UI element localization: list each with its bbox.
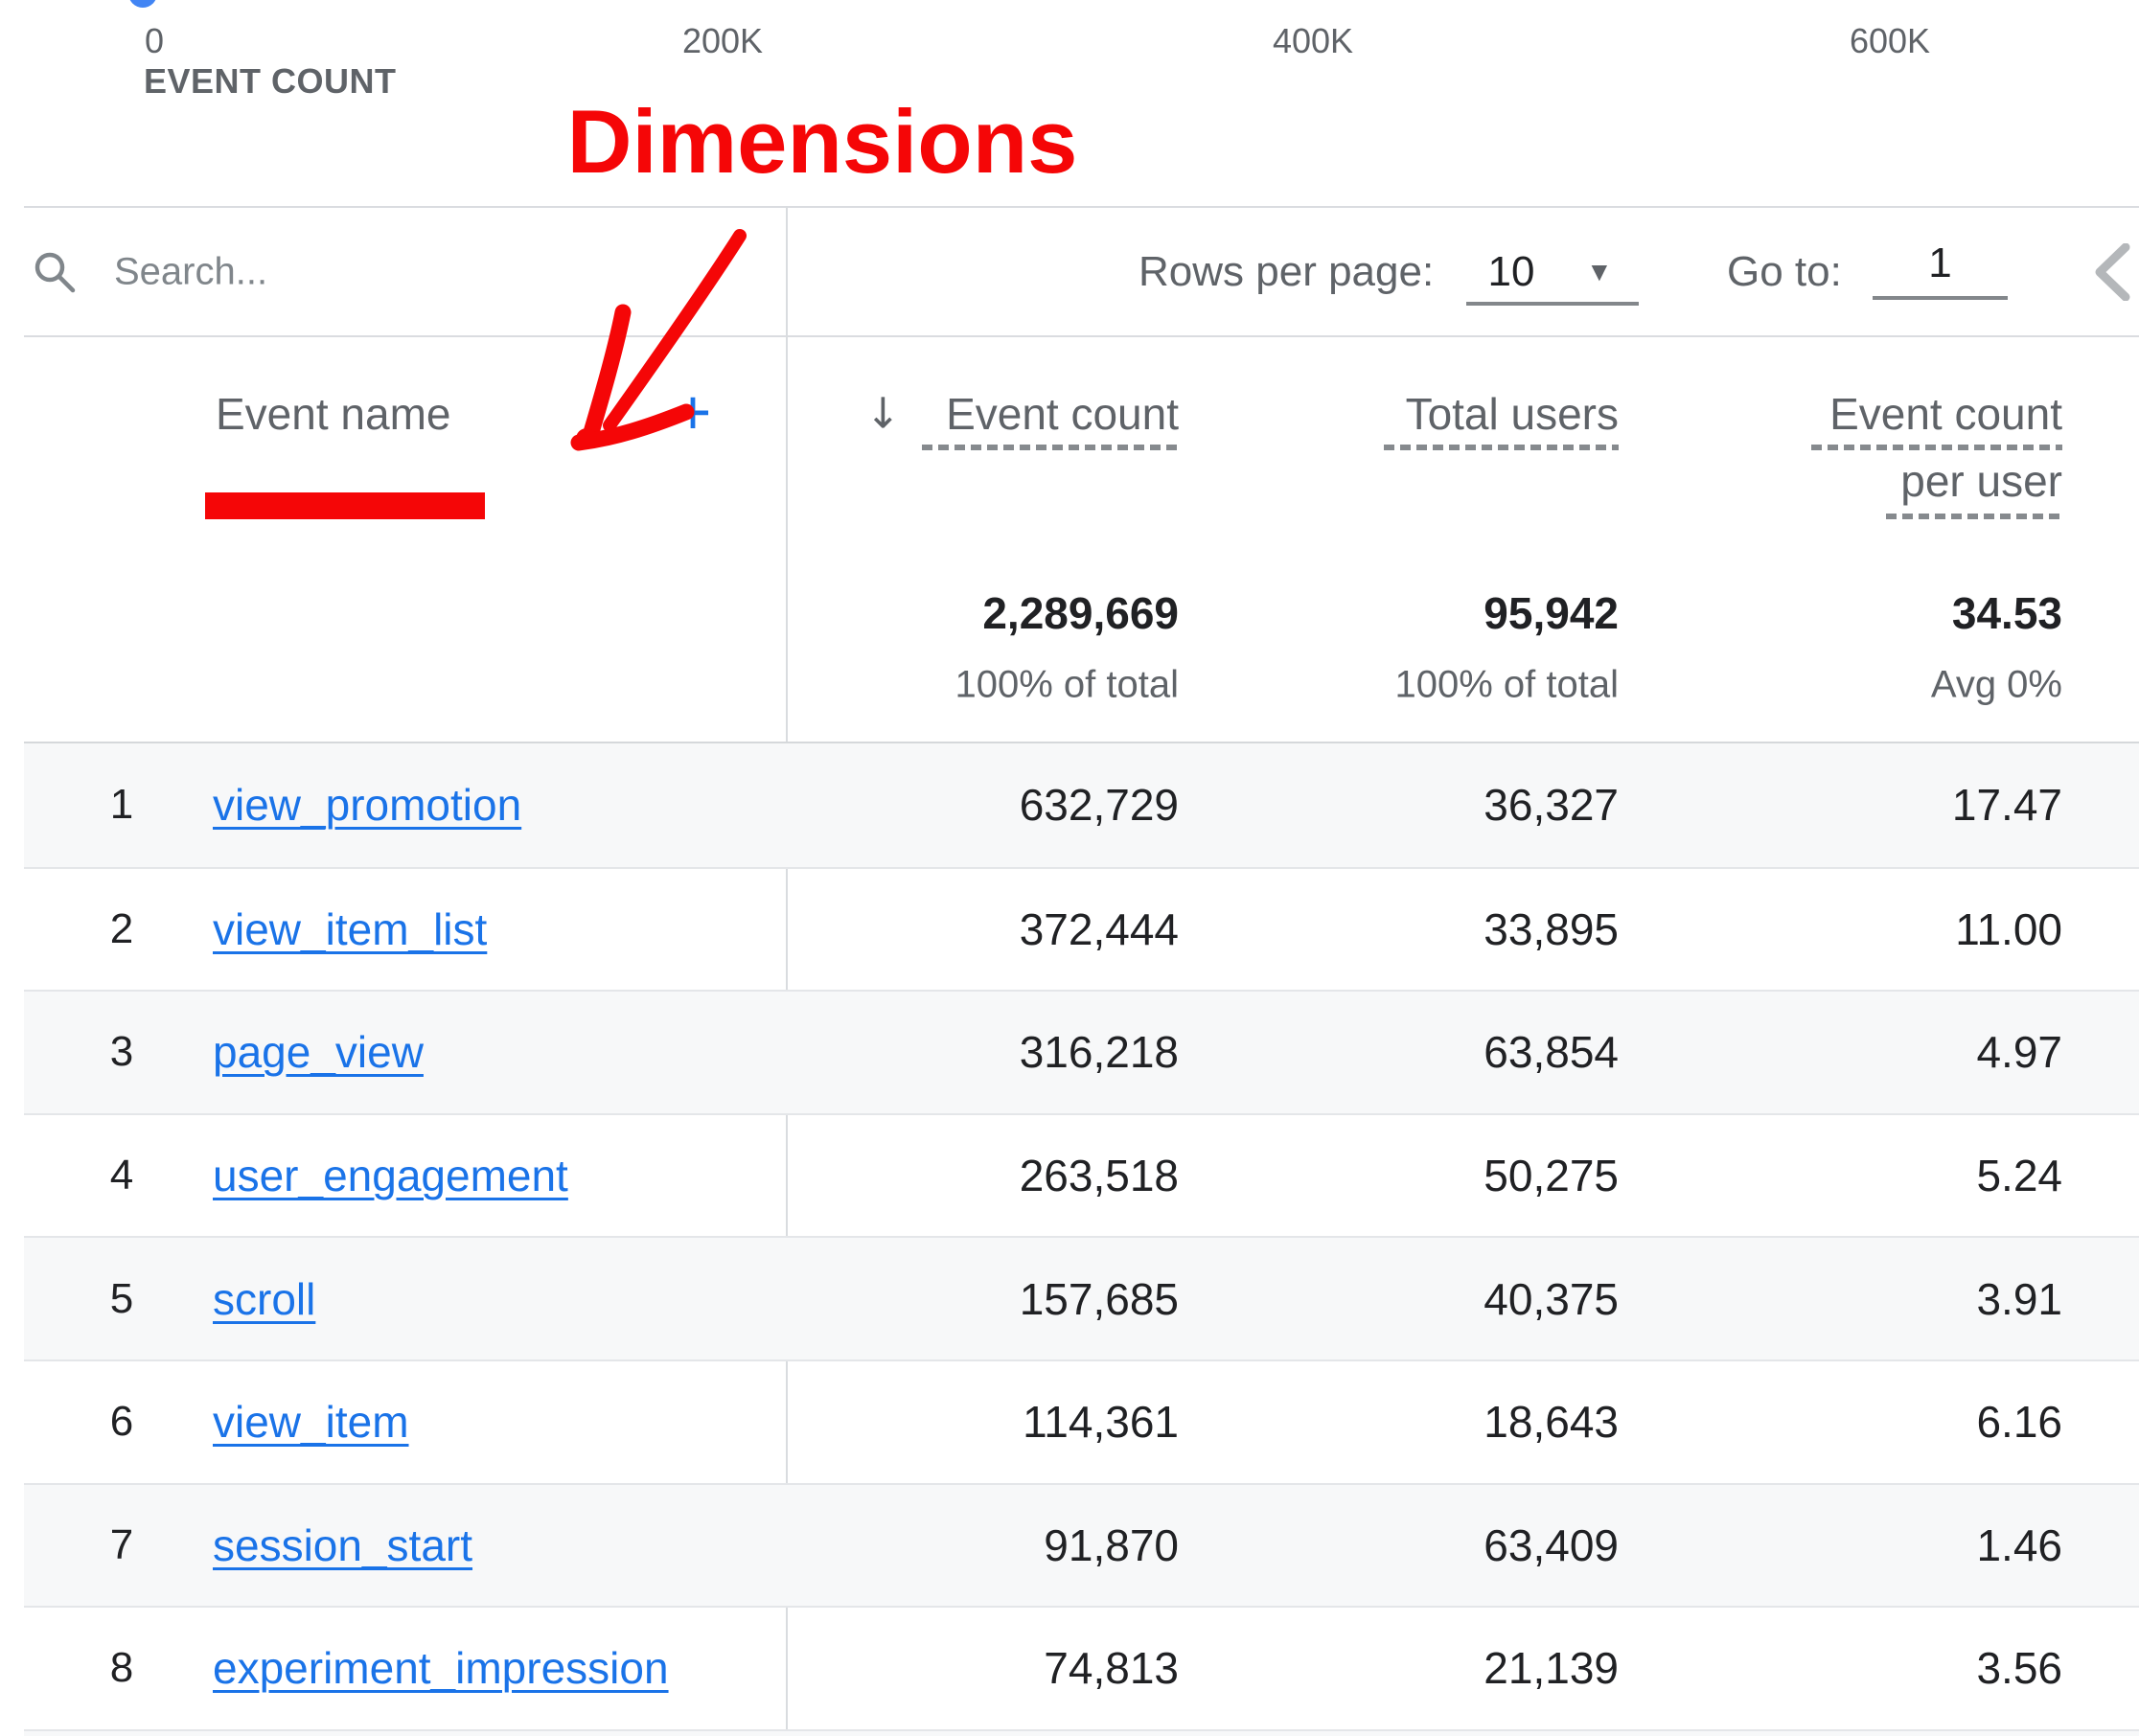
totals-total-users-share: 100% of total: [1395, 664, 1620, 707]
annotation-underline: [205, 492, 485, 519]
dashed-underline-total-users: [1384, 445, 1619, 450]
total-users-value: 36,327: [1484, 779, 1619, 831]
event-count-per-user-value: 11.00: [1955, 903, 2062, 955]
totals-event-count: 2,289,669: [982, 587, 1179, 639]
chart-series-dot-icon: [128, 0, 157, 8]
table-row: 4 user_engagement 263,518 50,275 5.24: [24, 1113, 2139, 1237]
table-body: 1 view_promotion 632,729 36,327 17.47 2 …: [24, 742, 2139, 1736]
axis-tick-0: 0: [145, 21, 164, 61]
event-count-value: 372,444: [1020, 903, 1179, 955]
caret-down-icon[interactable]: ▼: [1586, 257, 1613, 287]
table-row-partial: [24, 1729, 2139, 1736]
row-rank: 7: [93, 1521, 150, 1569]
table-row: 7 session_start 91,870 63,409 1.46: [24, 1483, 2139, 1607]
row-rank: 8: [93, 1644, 150, 1692]
event-count-per-user-value: 17.47: [1952, 779, 2062, 831]
table-row: 3 page_view 316,218 63,854 4.97: [24, 990, 2139, 1113]
table-row: 2 view_item_list 372,444 33,895 11.00: [24, 867, 2139, 991]
table-header: Event name + ↓ Event count Total users E…: [24, 337, 2139, 742]
event-count-per-user-value: 1.46: [1976, 1519, 2062, 1571]
event-count-per-user-value: 5.24: [1976, 1150, 2062, 1201]
dashed-underline-event-count: [922, 445, 1179, 450]
event-count-per-user-value: 3.56: [1976, 1642, 2062, 1694]
rows-per-page-label: Rows per page:: [1138, 248, 1434, 296]
total-users-value: 21,139: [1484, 1642, 1619, 1694]
row-rank: 1: [93, 781, 150, 829]
rows-per-page-underline: [1466, 302, 1639, 306]
totals-event-count-per-user: 34.53: [1952, 587, 2062, 639]
column-header-event-count[interactable]: Event count: [946, 388, 1179, 440]
total-users-value: 63,854: [1484, 1026, 1619, 1078]
totals-total-users: 95,942: [1484, 587, 1619, 639]
event-name-link[interactable]: scroll: [213, 1273, 315, 1325]
event-name-link[interactable]: experiment_impression: [213, 1642, 669, 1694]
row-rank: 2: [93, 905, 150, 953]
event-count-value: 263,518: [1020, 1150, 1179, 1201]
chevron-left-icon[interactable]: [2094, 243, 2132, 301]
row-rank: 3: [93, 1028, 150, 1076]
event-count-value: 91,870: [1044, 1519, 1179, 1571]
event-name-link[interactable]: view_item_list: [213, 903, 487, 955]
total-users-value: 18,643: [1484, 1396, 1619, 1448]
row-rank: 6: [93, 1398, 150, 1446]
event-count-per-user-value: 6.16: [1976, 1396, 2062, 1448]
search-icon: [32, 249, 78, 295]
event-name-link[interactable]: view_promotion: [213, 779, 521, 831]
event-count-value: 114,361: [1023, 1396, 1179, 1448]
event-name-link[interactable]: session_start: [213, 1519, 472, 1571]
axis-tick-200k: 200K: [682, 21, 763, 61]
row-rank: 4: [93, 1152, 150, 1199]
column-header-event-count-per-user-line2[interactable]: per user: [1900, 455, 2062, 507]
event-name-link[interactable]: view_item: [213, 1396, 409, 1448]
total-users-value: 33,895: [1484, 903, 1619, 955]
event-count-per-user-value: 4.97: [1976, 1026, 2062, 1078]
add-dimension-icon[interactable]: +: [658, 379, 727, 448]
event-count-value: 316,218: [1020, 1026, 1179, 1078]
totals-event-count-per-user-share: Avg 0%: [1931, 664, 2062, 707]
event-name-link[interactable]: user_engagement: [213, 1150, 568, 1201]
event-name-link[interactable]: page_view: [213, 1026, 424, 1078]
column-header-event-count-per-user-line1[interactable]: Event count: [1829, 388, 2062, 440]
event-count-value: 632,729: [1020, 779, 1179, 831]
ga4-events-table-screenshot: 0 200K 400K 600K EVENT COUNT Dimensions …: [0, 0, 2139, 1736]
event-count-value: 74,813: [1044, 1642, 1179, 1694]
sort-descending-icon: ↓: [865, 390, 901, 439]
go-to-label: Go to:: [1727, 248, 1842, 296]
table-toolbar: Rows per page: 10 ▼ Go to:: [24, 206, 2139, 337]
table-row: 6 view_item 114,361 18,643 6.16: [24, 1359, 2139, 1483]
event-count-per-user-value: 3.91: [1976, 1273, 2062, 1325]
dashed-underline-per-user-1: [1811, 445, 2062, 450]
totals-event-count-share: 100% of total: [955, 664, 1180, 707]
column-header-total-users[interactable]: Total users: [1406, 388, 1619, 440]
table-row: 1 view_promotion 632,729 36,327 17.47: [24, 743, 2139, 867]
dashed-underline-per-user-2: [1886, 514, 2062, 519]
rows-per-page-value[interactable]: 10: [1463, 248, 1559, 296]
go-to-page-input[interactable]: [1873, 231, 2008, 300]
table-row: 5 scroll 157,685 40,375 3.91: [24, 1236, 2139, 1359]
search-input[interactable]: [112, 249, 710, 294]
table-row: 8 experiment_impression 74,813 21,139 3.…: [24, 1606, 2139, 1729]
total-users-value: 63,409: [1484, 1519, 1619, 1571]
axis-title-event-count: EVENT COUNT: [144, 61, 397, 102]
total-users-value: 50,275: [1484, 1150, 1619, 1201]
dimensions-annotation-label: Dimensions: [567, 90, 1078, 194]
event-count-value: 157,685: [1020, 1273, 1179, 1325]
row-rank: 5: [93, 1275, 150, 1323]
axis-tick-600k: 600K: [1850, 21, 1930, 61]
total-users-value: 40,375: [1484, 1273, 1619, 1325]
column-header-event-name[interactable]: Event name: [216, 388, 450, 440]
axis-tick-400k: 400K: [1273, 21, 1353, 61]
